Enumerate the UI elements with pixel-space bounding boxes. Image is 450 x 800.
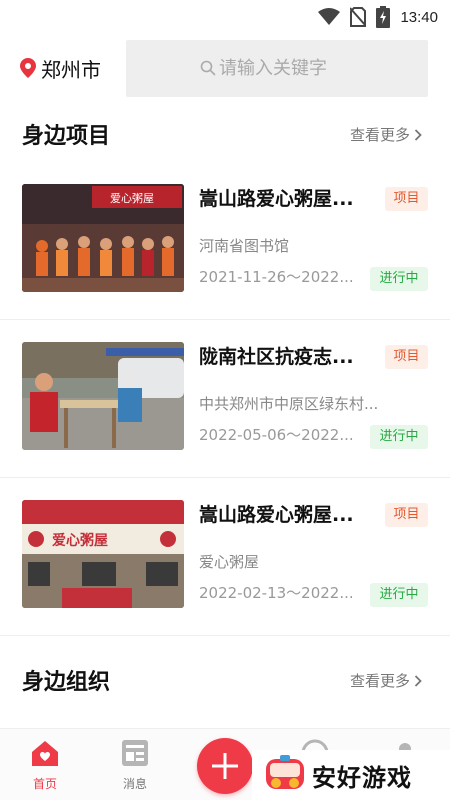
photo-sign-text: 爱心粥屋 <box>110 192 154 205</box>
project-photo: 爱心粥屋 <box>22 500 184 608</box>
chevron-right-icon <box>414 128 422 141</box>
section-title: 身边项目 <box>22 124 111 149</box>
project-title: 嵩山路爱心粥屋... <box>199 188 354 210</box>
header: 郑州市 <box>0 40 450 98</box>
search-icon <box>200 60 216 76</box>
project-organizer: 中共郑州市中原区绿东村... <box>199 395 379 413</box>
project-date-range: 2022-02-13～2022... <box>199 584 354 602</box>
message-icon <box>122 740 148 766</box>
section-title: 身边组织 <box>22 670 111 695</box>
project-status-badge: 进行中 <box>370 425 428 449</box>
search-input[interactable] <box>219 58 399 79</box>
chevron-right-icon <box>414 674 422 687</box>
gamepad-logo-icon <box>266 755 304 789</box>
wifi-icon <box>318 8 341 25</box>
no-sim-icon <box>350 7 367 27</box>
project-organizer: 爱心粥屋 <box>199 553 260 571</box>
project-title: 陇南社区抗疫志... <box>199 346 354 368</box>
project-title: 嵩山路爱心粥屋... <box>199 504 354 526</box>
home-icon <box>32 741 58 766</box>
status-time: 13:40 <box>400 8 438 26</box>
nearby-projects-header: 身边项目 查看更多 <box>0 114 450 154</box>
location-pin-icon <box>20 58 36 78</box>
watermark-text: 安好游戏 <box>312 763 412 792</box>
nav-messages[interactable]: 消息 <box>105 739 165 792</box>
nav-messages-label: 消息 <box>122 777 147 791</box>
project-photo <box>22 342 184 450</box>
see-more-label: 查看更多 <box>349 126 410 144</box>
status-icons: 13:40 <box>318 6 438 28</box>
see-more-label: 查看更多 <box>349 672 410 690</box>
project-card[interactable]: 陇南社区抗疫志... 项目 中共郑州市中原区绿东村... 2022-05-06～… <box>0 320 450 478</box>
city-name: 郑州市 <box>41 57 101 82</box>
nav-home[interactable]: 首页 <box>15 739 75 792</box>
project-card[interactable]: 爱心粥屋 嵩山路爱心粥屋... 项目 河南省图书馆 2021-11-26～202… <box>0 162 450 320</box>
project-status-badge: 进行中 <box>370 267 428 291</box>
see-more-orgs-link[interactable]: 查看更多 <box>350 670 422 691</box>
project-tag: 项目 <box>385 345 428 369</box>
project-date-range: 2022-05-06～2022... <box>199 426 354 444</box>
project-date-range: 2021-11-26～2022... <box>199 268 354 286</box>
city-selector[interactable]: 郑州市 <box>20 54 101 82</box>
project-tag: 项目 <box>385 503 428 527</box>
see-more-projects-link[interactable]: 查看更多 <box>350 124 422 145</box>
status-bar: 13:40 <box>0 0 450 34</box>
project-card[interactable]: 爱心粥屋 嵩山路爱心粥屋... 项目 爱心粥屋 2022-02-13～2022.… <box>0 478 450 636</box>
plus-icon <box>212 753 238 779</box>
battery-charging-icon <box>376 6 391 28</box>
photo-sign-text: 爱心粥屋 <box>52 532 108 549</box>
search-bar[interactable] <box>126 40 428 97</box>
project-status-badge: 进行中 <box>370 583 428 607</box>
project-tag: 项目 <box>385 187 428 211</box>
project-photo: 爱心粥屋 <box>22 184 184 292</box>
project-organizer: 河南省图书馆 <box>199 237 290 255</box>
nearby-orgs-header: 身边组织 查看更多 <box>0 660 450 700</box>
add-button[interactable] <box>197 738 253 794</box>
nav-home-label: 首页 <box>32 777 57 791</box>
watermark: 安好游戏 <box>252 750 450 800</box>
